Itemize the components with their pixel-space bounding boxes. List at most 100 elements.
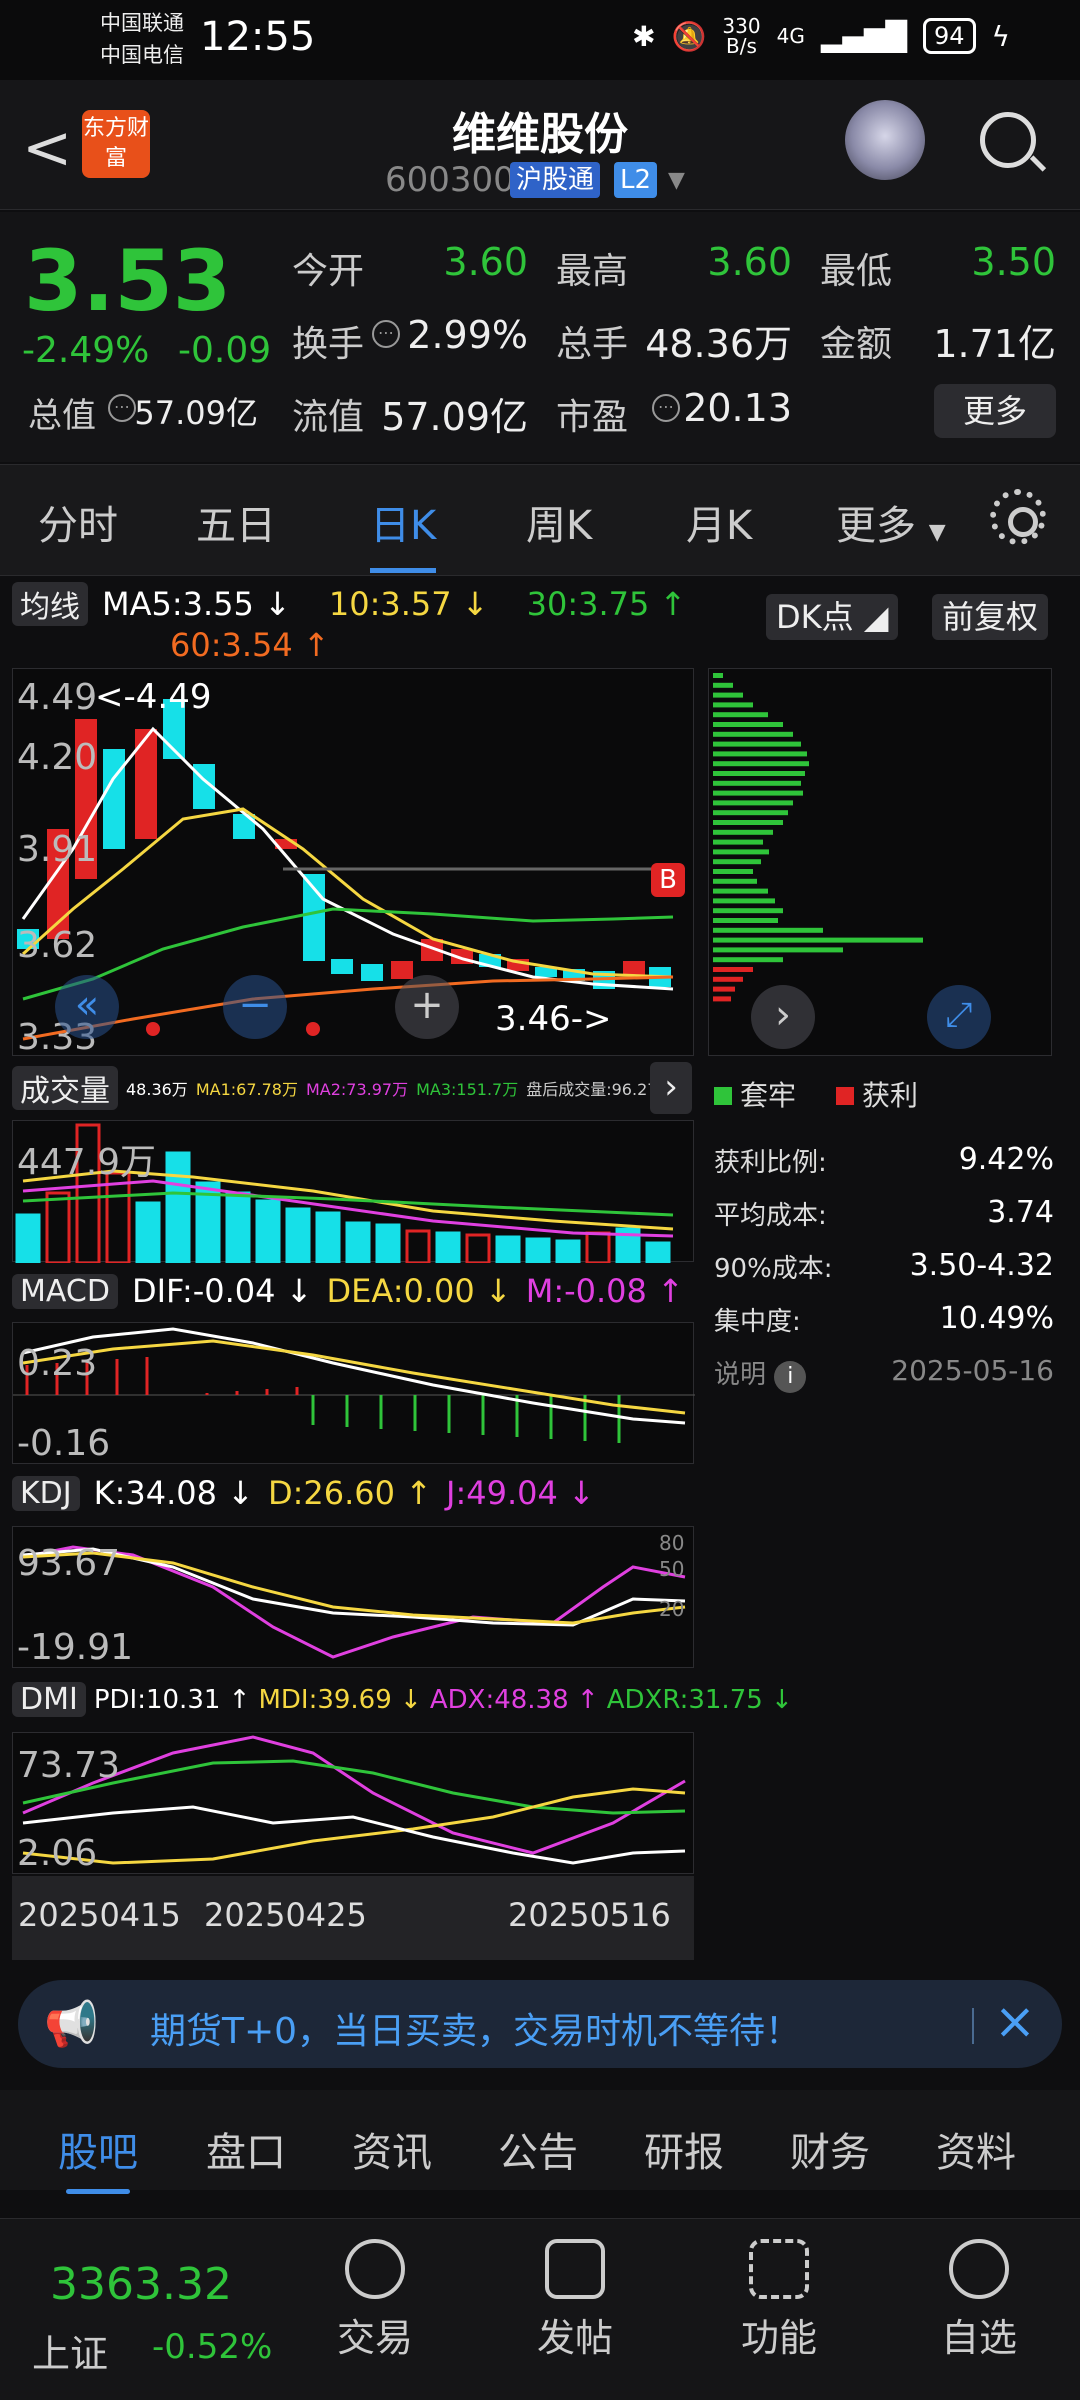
index-value[interactable]: 3363.32	[50, 2259, 232, 2310]
tab-five-day[interactable]: 五日	[196, 493, 276, 551]
close-icon[interactable]: ×	[994, 1992, 1036, 2050]
tab-daily-k[interactable]: 日K	[370, 493, 437, 573]
chip-bar	[713, 741, 801, 747]
tab-orderbook[interactable]: 盘口	[206, 2120, 286, 2178]
index-name[interactable]: 上证	[32, 2323, 108, 2378]
dmi-pdi: PDI:10.31 ↑	[93, 1684, 251, 1715]
search-icon[interactable]	[980, 112, 1036, 168]
info-icon: i	[774, 1361, 807, 1393]
candle	[623, 961, 645, 975]
float-value: 57.09亿	[381, 395, 528, 439]
assistant-robot-icon[interactable]	[845, 100, 925, 180]
promo-banner[interactable]: 📢 期货T+0，当日买卖，交易时机不等待！ ×	[18, 1980, 1062, 2068]
current-price: 3.53	[24, 232, 232, 330]
stat-value: 10.49%	[939, 1301, 1054, 1336]
date-axis: 20250415 20250425 20250516	[12, 1876, 694, 1960]
nav-label: 发帖	[536, 2316, 613, 2360]
divider	[972, 2008, 974, 2044]
chip-distribution-panel[interactable]: › ⤢	[708, 668, 1052, 1056]
zoom-in-icon[interactable]: +	[395, 975, 459, 1039]
scroll-right-icon[interactable]: ›	[751, 985, 815, 1049]
volume-selector[interactable]: 成交量	[12, 1066, 118, 1110]
expand-right-icon[interactable]: ›	[650, 1062, 692, 1114]
kdj-ref-20: 20	[659, 1597, 685, 1621]
kdj-j: J:49.04 ↓	[446, 1474, 595, 1512]
chip-bar	[713, 986, 735, 992]
stat-row: 90%成本: 3.50-4.32	[714, 1248, 1054, 1285]
buy-marker[interactable]: B	[651, 863, 685, 897]
candle	[331, 959, 353, 974]
kline-ylabel: 4.20	[17, 737, 98, 778]
chip-bar	[713, 722, 783, 727]
kdj-ylabel-bottom: -19.91	[17, 1627, 134, 1668]
macd-selector[interactable]: MACD	[12, 1273, 118, 1309]
gear-icon[interactable]	[990, 489, 1046, 545]
nav-features[interactable]: 功能	[704, 2239, 854, 2362]
volume-current: 48.36万	[126, 1080, 188, 1099]
chip-bar	[713, 673, 723, 678]
tab-weekly-k[interactable]: 周K	[526, 493, 592, 551]
period-tabs: 分时 五日 日K 周K 月K 更多 ▼	[0, 464, 1080, 576]
ma-selector[interactable]: 均线	[12, 582, 88, 626]
stock-header: < 东方财富 维维股份 600300 沪股通 L2 ▼	[0, 80, 1080, 210]
signal-dot	[146, 1022, 160, 1036]
tab-news[interactable]: 资讯	[352, 2120, 432, 2178]
kdj-d: D:26.60 ↑	[267, 1474, 432, 1512]
candle	[391, 961, 413, 979]
volume-bar	[105, 1171, 131, 1265]
tab-monthly-k[interactable]: 月K	[686, 493, 752, 551]
tab-more[interactable]: 更多 ▼	[836, 493, 946, 551]
volume-bar	[225, 1191, 251, 1265]
nav-watchlist[interactable]: 自选	[904, 2239, 1054, 2362]
stat-label: 平均成本:	[714, 1201, 827, 1231]
level-tag: L2	[614, 162, 658, 198]
expand-icon[interactable]: ⤢	[927, 985, 991, 1049]
macd-panel: 0.23 -0.16	[12, 1322, 695, 1464]
tab-research[interactable]: 研报	[644, 2120, 724, 2178]
stock-code: 600300	[385, 160, 515, 200]
chip-bar	[713, 869, 753, 874]
mute-icon: 🔕	[671, 19, 707, 53]
kdj-k: K:34.08 ↓	[93, 1474, 254, 1512]
kdj-ref-50: 50	[659, 1557, 685, 1581]
tab-profile[interactable]: 资料	[936, 2120, 1016, 2178]
adjust-button[interactable]: 前复权	[932, 594, 1049, 640]
scroll-left-icon[interactable]: «	[55, 975, 119, 1039]
change-amount: -0.09	[178, 330, 272, 371]
dropdown-icon[interactable]: ▼	[668, 168, 685, 193]
bottom-navigation: 3363.32 上证 -0.52% 交易 发帖 功能 自选	[0, 2218, 1080, 2400]
kdj-ylabel-top: 93.67	[17, 1543, 121, 1584]
dmi-selector[interactable]: DMI	[12, 1682, 86, 1717]
dk-point-button[interactable]: DK点 ◢	[766, 594, 899, 640]
dmi-mdi: MDI:39.69 ↓	[258, 1684, 422, 1715]
nav-label: 功能	[740, 2316, 817, 2360]
nav-trade[interactable]: 交易	[300, 2239, 450, 2362]
mcap-value: 57.09亿	[134, 394, 258, 432]
net-speed: 330 B/s	[722, 14, 761, 58]
ma5-line	[21, 726, 674, 991]
chip-bar	[713, 692, 743, 698]
stat-label: 集中度:	[714, 1307, 801, 1337]
nav-post[interactable]: 发帖	[500, 2239, 650, 2362]
zoom-out-icon[interactable]: −	[223, 975, 287, 1039]
macd-row: MACD DIF:-0.04 ↓ DEA:0.00 ↓ M:-0.08 ↑	[12, 1272, 684, 1310]
tab-announcements[interactable]: 公告	[498, 2120, 578, 2178]
tab-financials[interactable]: 财务	[790, 2120, 870, 2178]
chip-bar	[713, 682, 733, 688]
dmi-adxr: ADXR:31.75 ↓	[606, 1684, 793, 1715]
more-button[interactable]: 更多	[934, 384, 1056, 438]
volume-row: 成交量 48.36万 MA1:67.78万 MA2:73.97万 MA3:151…	[12, 1066, 673, 1110]
status-bar: 中国联通 中国电信 12:55 ✱ 🔕 330 B/s 4G ▂▄▆█ 94 ϟ	[0, 0, 1080, 80]
tab-intraday[interactable]: 分时	[38, 493, 118, 551]
volume-bar	[135, 1201, 161, 1265]
more-dots-icon	[949, 2239, 1009, 2299]
candle	[103, 749, 125, 849]
tab-forum[interactable]: 股吧	[58, 2120, 138, 2194]
kline-panel[interactable]: 4.49 4.20 3.91 3.62 3.33 <-4.49 3.46-> B…	[12, 668, 694, 1058]
kdj-selector[interactable]: KDJ	[12, 1475, 80, 1511]
note-row[interactable]: 说明 i 2025-05-16	[714, 1354, 1054, 1393]
high-marker: <-4.49	[95, 677, 212, 717]
macd-ylabel-bottom: -0.16	[17, 1423, 111, 1464]
dmi-row: DMI PDI:10.31 ↑ MDI:39.69 ↓ ADX:48.38 ↑ …	[12, 1682, 793, 1717]
dmi-ylabel-bottom: 2.06	[17, 1833, 98, 1874]
